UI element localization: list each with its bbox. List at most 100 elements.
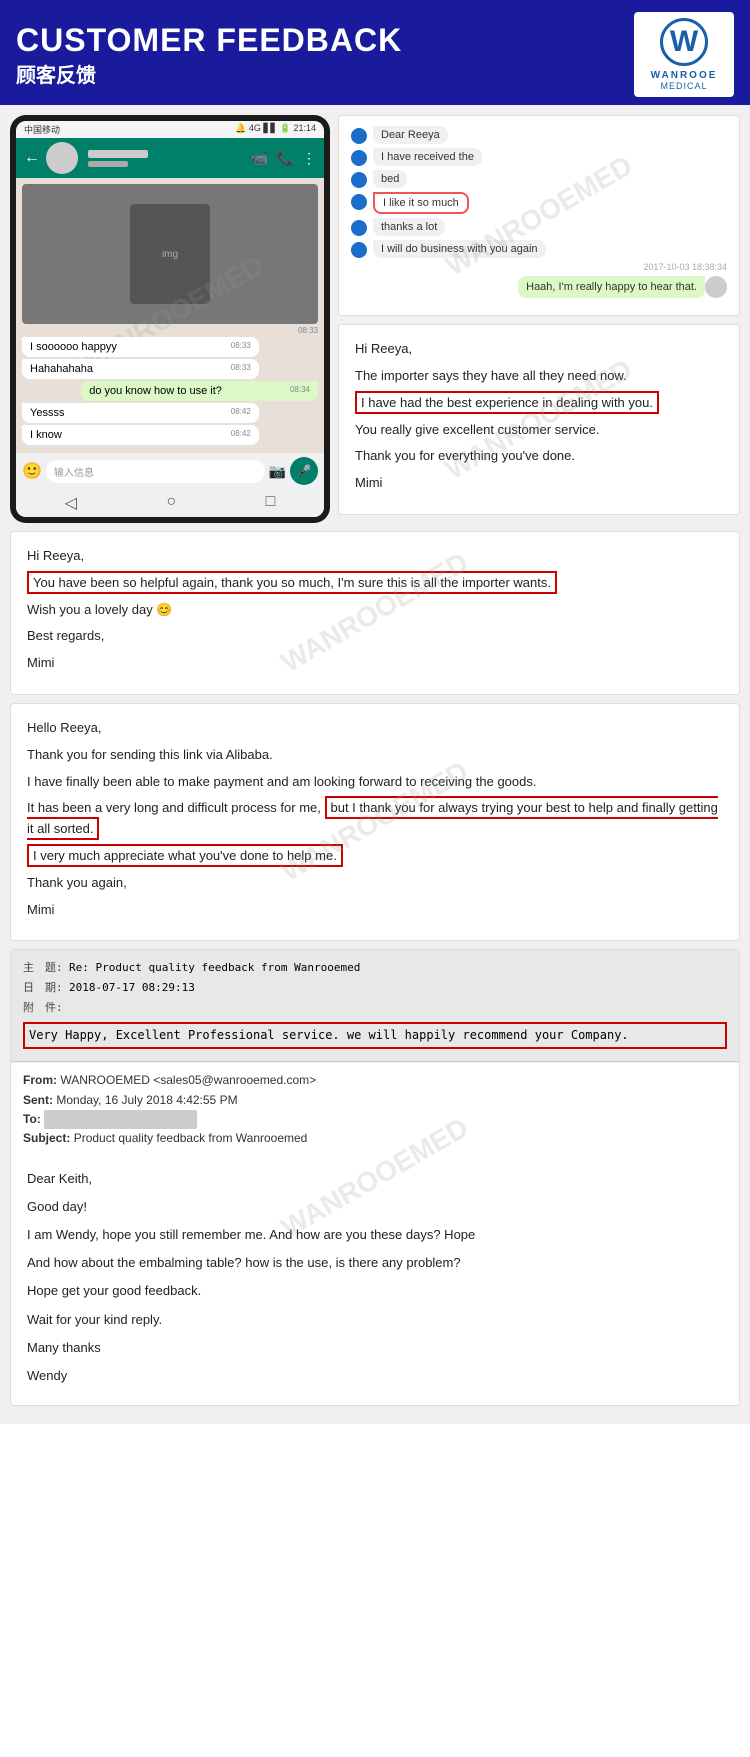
email3-sign: Mimi: [27, 900, 723, 921]
email1-sign: Mimi: [355, 473, 723, 494]
logo-brand: WANROOE: [651, 70, 718, 81]
email1-salutation: Hi Reeya,: [355, 339, 723, 360]
email2-salutation: Hi Reeya,: [27, 546, 723, 567]
email3-line4: I very much appreciate what you've done …: [27, 846, 723, 867]
phone-screen: 中国移动 🔔 4G ▋▋ 🔋 21:14 ← 📹 📞 ⋮: [16, 121, 324, 517]
subject2-label: Subject:: [23, 1131, 70, 1145]
email4-body-line4: Hope get your good feedback.: [27, 1280, 723, 1302]
msg-bed-text: bed: [373, 170, 407, 188]
back-nav-icon: ◁: [65, 493, 77, 513]
phone-nav-icons: 📹 📞 ⋮: [251, 150, 316, 167]
mic-button[interactable]: 🎤: [290, 457, 318, 485]
email4-from-row: From: WANROOEMED <sales05@wanrooemed.com…: [23, 1071, 727, 1090]
email4-highlight: Very Happy, Excellent Professional servi…: [23, 1022, 727, 1050]
brand-logo: W WANROOE MEDICAL: [634, 12, 734, 97]
email4-attach-row: 附 件:: [23, 998, 727, 1018]
logo-letter: W: [660, 18, 708, 66]
email-card-1: WANROOEMED Hi Reeya, The importer says t…: [338, 324, 740, 515]
email4-from-info: From: WANROOEMED <sales05@wanrooemed.com…: [11, 1062, 739, 1156]
contact-avatar: [46, 142, 78, 174]
chat-image: img: [22, 184, 318, 324]
emoji-icon: 🙂: [22, 461, 42, 481]
chat-msg-dear: Dear Reeya: [351, 126, 727, 144]
email4-subject2-row: Subject: Product quality feedback from W…: [23, 1129, 727, 1148]
chat-timestamp: 2017-10-03 18:38:34: [351, 262, 727, 272]
camera-icon: 📷: [269, 463, 286, 480]
header-title-en: CUSTOMER FEEDBACK: [16, 22, 402, 59]
email4-sent-row: Sent: Monday, 16 July 2018 4:42:55 PM: [23, 1091, 727, 1110]
chat-msg-thanks: thanks a lot: [351, 218, 727, 236]
email4-meta: 主 题: Re: Product quality feedback from W…: [11, 950, 739, 1062]
sender-icon: [351, 128, 367, 144]
video-icon: 📹: [251, 150, 268, 167]
email2-line3: Best regards,: [27, 626, 723, 647]
chat-bubble-right-1: do you know how to use it? 08:34: [81, 381, 318, 401]
email1-line3: You really give excellent customer servi…: [355, 420, 723, 441]
to-label: To:: [23, 1112, 41, 1126]
chat-time-1: 08:33: [22, 326, 318, 335]
to-val: ██████████████████: [44, 1110, 197, 1129]
email3-line3: It has been a very long and difficult pr…: [27, 798, 723, 840]
phone-chat-area: WANROOEMED img 08:33 I soooooo happyy 08…: [16, 178, 324, 453]
sender-icon-3: [351, 172, 367, 188]
email4-body-line3: And how about the embalming table? how i…: [27, 1252, 723, 1274]
email4-date-row: 日 期: 2018-07-17 08:29:13: [23, 978, 727, 998]
email4-date-label: 日 期:: [23, 978, 63, 998]
email-card-3: WANROOEMED Hello Reeya, Thank you for se…: [10, 703, 740, 941]
sent-reply-text: Haah, I'm really happy to hear that.: [518, 276, 705, 298]
email2-line2: Wish you a lovely day 😊: [27, 600, 723, 621]
from-label: From:: [23, 1073, 57, 1087]
home-nav-icon: ○: [166, 493, 176, 513]
call-icon: 📞: [277, 150, 294, 167]
chat-msg-like: I like it so much: [351, 192, 727, 214]
email2-highlight: You have been so helpful again, thank yo…: [27, 571, 557, 594]
email4-body-line2: I am Wendy, hope you still remember me. …: [27, 1224, 723, 1246]
sender-icon-6: [351, 242, 367, 258]
email2-line1: You have been so helpful again, thank yo…: [27, 573, 723, 594]
email4-sign1: Many thanks: [27, 1337, 723, 1359]
email4-subject-row: 主 题: Re: Product quality feedback from W…: [23, 958, 727, 978]
email4-attach-label: 附 件:: [23, 998, 63, 1018]
email4-sign2: Wendy: [27, 1365, 723, 1387]
email1-line1: The importer says they have all they nee…: [355, 366, 723, 387]
email-card-4: WANROOEMED 主 题: Re: Product quality feed…: [10, 949, 740, 1405]
phone-nav-bar: ← 📹 📞 ⋮: [16, 138, 324, 178]
chat-bubble-left-3: Yessss 08:42: [22, 403, 259, 423]
chat-bubble-left-1: I soooooo happyy 08:33: [22, 337, 259, 357]
logo-sub: MEDICAL: [660, 81, 707, 91]
sender-avatar: [705, 276, 727, 298]
carrier-label: 中国移动: [24, 123, 60, 136]
phone-status-bar: 中国移动 🔔 4G ▋▋ 🔋 21:14: [16, 121, 324, 138]
main-content: 中国移动 🔔 4G ▋▋ 🔋 21:14 ← 📹 📞 ⋮: [0, 105, 750, 1424]
email1-line4: Thank you for everything you've done.: [355, 446, 723, 467]
phone-bottom-nav: ◁ ○ □: [16, 489, 324, 517]
email3-salutation: Hello Reeya,: [27, 718, 723, 739]
chat-msg-received: I have received the: [351, 148, 727, 166]
email1-line2: I have had the best experience in dealin…: [355, 393, 723, 414]
email3-line2: I have finally been able to make payment…: [27, 772, 723, 793]
status-icons: 🔔 4G ▋▋ 🔋 21:14: [235, 123, 316, 136]
msg-received-text: I have received the: [373, 148, 482, 166]
sender-icon-5: [351, 220, 367, 236]
chat-input[interactable]: 输入信息: [46, 460, 265, 483]
email-card-2: WANROOEMED Hi Reeya, You have been so he…: [10, 531, 740, 695]
msg-dear-text: Dear Reeya: [373, 126, 448, 144]
right-column: WANROOEMED Dear Reeya I have received th…: [338, 115, 740, 523]
email4-subject-val: Re: Product quality feedback from Wanroo…: [69, 958, 360, 978]
email4-body-line1: Good day!: [27, 1196, 723, 1218]
email2-sign: Mimi: [27, 653, 723, 674]
phone-mockup: 中国移动 🔔 4G ▋▋ 🔋 21:14 ← 📹 📞 ⋮: [10, 115, 330, 523]
chat-bubble-left-4: I know 08:42: [22, 425, 259, 445]
from-val: WANROOEMED <sales05@wanrooemed.com>: [60, 1073, 316, 1087]
sent-val: Monday, 16 July 2018 4:42:55 PM: [56, 1093, 237, 1107]
email3-line5: Thank you again,: [27, 873, 723, 894]
phone-input-bar: 🙂 输入信息 📷 🎤: [16, 453, 324, 489]
recents-nav-icon: □: [266, 493, 276, 513]
email3-highlight-2: I very much appreciate what you've done …: [27, 844, 343, 867]
top-row: 中国移动 🔔 4G ▋▋ 🔋 21:14 ← 📹 📞 ⋮: [10, 115, 740, 523]
email4-highlight-wrapper: Very Happy, Excellent Professional servi…: [23, 1022, 727, 1050]
header-title-cn: 顾客反馈: [16, 59, 402, 88]
page-header: CUSTOMER FEEDBACK 顾客反馈 W WANROOE MEDICAL: [0, 0, 750, 105]
subject2-val: Product quality feedback from Wanrooemed: [74, 1131, 308, 1145]
chat-bubble-left-2: Hahahahaha 08:33: [22, 359, 259, 379]
